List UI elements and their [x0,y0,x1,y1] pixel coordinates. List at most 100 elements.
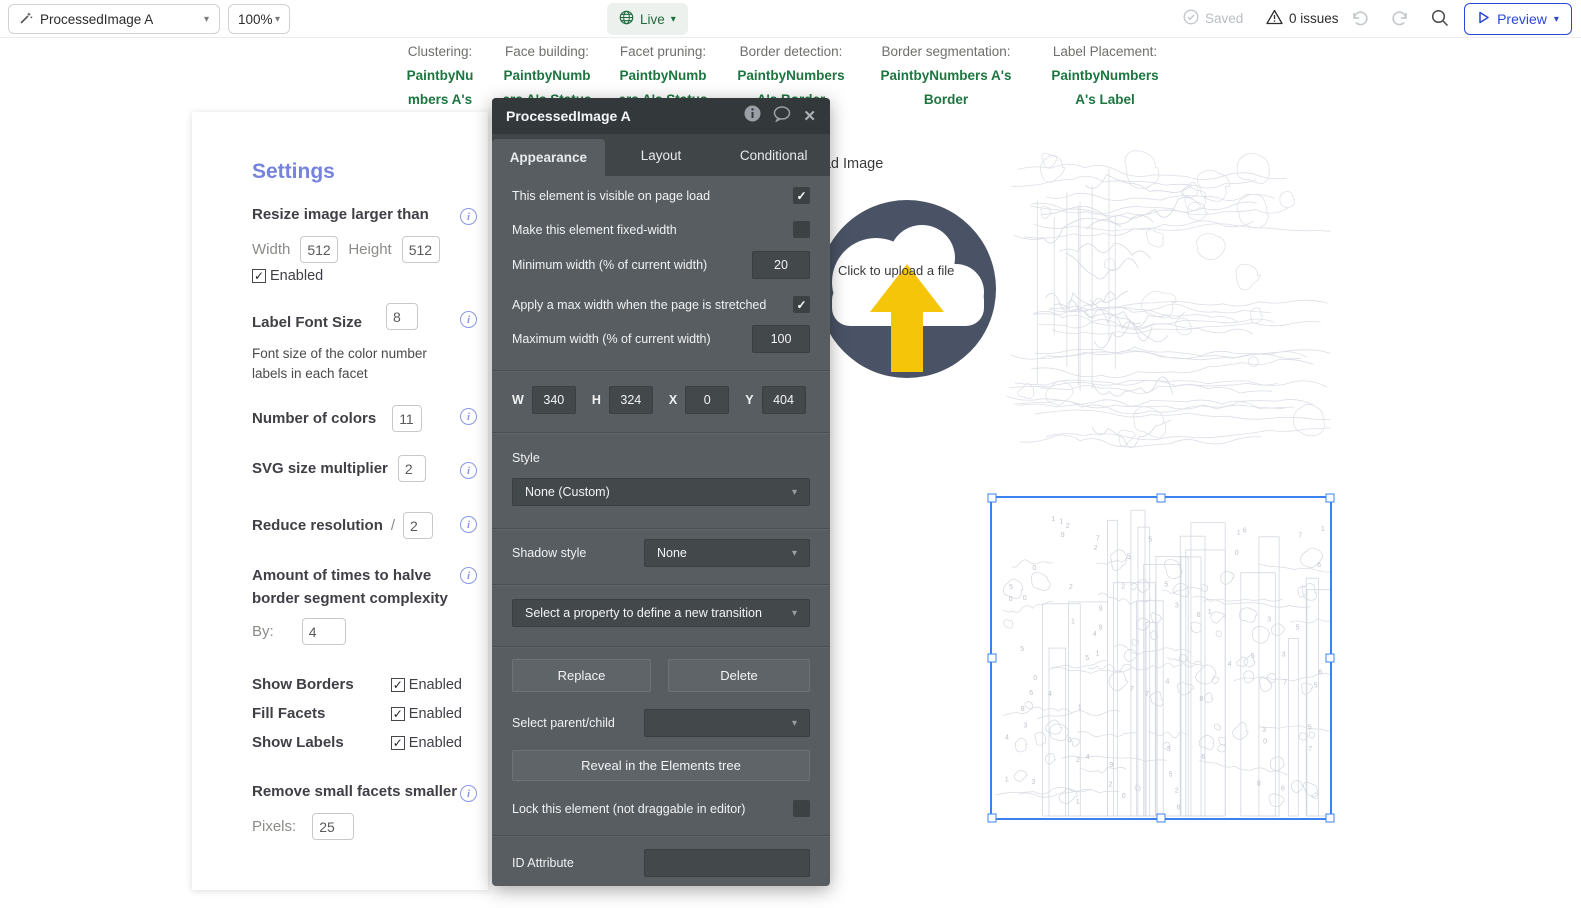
size-position-row: W H X Y [512,386,810,414]
fill-facets-checkbox[interactable]: ✓ [390,706,405,721]
redo-icon[interactable] [1390,7,1412,29]
resize-handle-sw[interactable] [987,813,997,823]
svg-text:1: 1 [1059,519,1063,526]
element-selector-dropdown[interactable]: ProcessedImage A ▾ [8,4,220,34]
svg-text:6: 6 [1317,562,1321,569]
width-input[interactable] [531,386,576,414]
info-icon[interactable]: i [460,311,477,328]
svg-text:8: 8 [1199,696,1203,703]
resize-handle-nw[interactable] [987,493,997,503]
info-icon[interactable]: i [460,516,477,533]
info-icon[interactable]: i [460,462,477,479]
number-of-colors-input[interactable] [392,405,423,432]
svg-text:1: 1 [1076,799,1080,806]
show-labels-checkbox[interactable]: ✓ [390,735,405,750]
chevron-down-icon: ▾ [203,13,209,25]
pixels-input[interactable] [312,813,355,840]
resize-handle-w[interactable] [987,653,997,663]
replace-button[interactable]: Replace [512,659,651,692]
preview-button[interactable]: Preview ▾ [1464,3,1572,35]
resize-handle-e[interactable] [1325,653,1335,663]
close-icon[interactable]: ✕ [803,107,816,125]
editor-stage: ProcessedImage A ▾ 100% ▾ Live ▾ Saved 0… [0,0,1581,908]
resize-handle-s[interactable] [1156,813,1166,823]
state-label-value: Border [923,92,969,107]
max-width-toggle-checkbox[interactable]: ✓ [793,296,810,313]
state-label-value: A's Label [1075,92,1135,107]
state-label-label-placement: Label Placement: PaintbyNumbers A's Labe… [1051,40,1158,112]
live-environment-button[interactable]: Live ▾ [607,3,688,35]
search-icon[interactable] [1430,8,1450,28]
processed-image-preview [1005,128,1360,460]
comment-icon[interactable] [773,105,791,127]
delete-button[interactable]: Delete [668,659,810,692]
parent-child-label: Select parent/child [512,716,615,730]
label-font-size-desc: Font size of the color number labels in e… [252,346,427,381]
lock-element-label: Lock this element (not draggable in edit… [512,801,746,816]
info-icon[interactable] [744,105,761,127]
resize-enabled-checkbox[interactable]: ✓ [252,269,266,283]
svg-text:0: 0 [1235,550,1239,557]
resize-handle-n[interactable] [1156,493,1166,503]
lock-element-checkbox[interactable] [793,800,810,817]
halve-by-input[interactable] [301,618,346,645]
selected-element-bounds[interactable]: 3916690237585520927571284346114446702153… [987,493,1363,823]
svg-text:3: 3 [1267,616,1271,623]
info-icon[interactable]: i [460,408,477,425]
svg-text:5: 5 [1164,582,1168,589]
y-input[interactable] [761,386,806,414]
info-icon[interactable]: i [460,567,477,584]
info-icon[interactable]: i [460,208,477,225]
pixels-label: Pixels: [252,818,297,835]
info-icon[interactable]: i [460,785,477,802]
id-attribute-input[interactable] [644,849,810,877]
transition-dropdown[interactable]: Select a property to define a new transi… [512,599,810,627]
resize-handle-se[interactable] [1325,813,1335,823]
svg-text:4: 4 [1048,691,1052,698]
zoom-level-dropdown[interactable]: 100% ▾ [228,4,290,34]
state-label-title: Clustering: [407,44,473,59]
undo-icon[interactable] [1348,7,1370,29]
svg-text:3: 3 [1262,727,1266,734]
label-font-size-input[interactable] [386,303,419,330]
shadow-style-label: Shadow style [512,546,587,560]
reduce-resolution-input[interactable] [403,512,434,539]
height-input[interactable] [401,236,440,263]
max-width-input[interactable] [752,325,810,353]
svg-text:5: 5 [1148,537,1152,544]
svg-text:7: 7 [1308,746,1312,753]
visible-on-load-checkbox[interactable]: ✓ [793,187,810,204]
width-input[interactable] [300,236,339,263]
height-input[interactable] [608,386,653,414]
resize-handle-ne[interactable] [1325,493,1335,503]
height-label: Height [348,241,392,258]
state-label-value: PaintbyNumb [619,68,707,83]
id-attribute-label: ID Attribute [512,856,574,870]
max-width-label: Maximum width (% of current width) [512,332,711,346]
reveal-elements-tree-button[interactable]: Reveal in the Elements tree [512,750,810,781]
x-input[interactable] [685,386,730,414]
style-dropdown[interactable]: None (Custom) ▾ [512,478,810,506]
shadow-style-dropdown[interactable]: None ▾ [644,539,810,567]
upload-hint-text[interactable]: Click to upload a file [838,263,954,278]
settings-title: Settings [252,160,335,183]
svg-text:6: 6 [1177,805,1181,812]
svg-text:6: 6 [1197,612,1201,619]
tab-appearance[interactable]: Appearance [492,139,605,176]
state-label-border-segmentation: Border segmentation: PaintbyNumbers A's … [881,40,1012,112]
fixed-width-checkbox[interactable] [793,221,810,238]
issues-indicator[interactable]: 0 issues [1266,9,1339,28]
fixed-width-row: Make this element fixed-width [512,221,810,238]
dialog-header[interactable]: ProcessedImage A ✕ [492,98,830,134]
min-width-row: Minimum width (% of current width) [512,251,810,279]
zoom-level-value: 100% [238,11,273,27]
svg-text:5: 5 [1314,682,1318,689]
tab-layout[interactable]: Layout [605,134,718,176]
svg-multiplier-input[interactable] [397,455,426,482]
show-borders-checkbox[interactable]: ✓ [390,677,405,692]
upload-file-icon[interactable] [818,200,996,378]
min-width-input[interactable] [752,251,810,279]
tab-conditional[interactable]: Conditional [717,134,830,176]
svg-text:5: 5 [1127,553,1131,560]
parent-child-dropdown[interactable]: ▾ [644,709,810,737]
